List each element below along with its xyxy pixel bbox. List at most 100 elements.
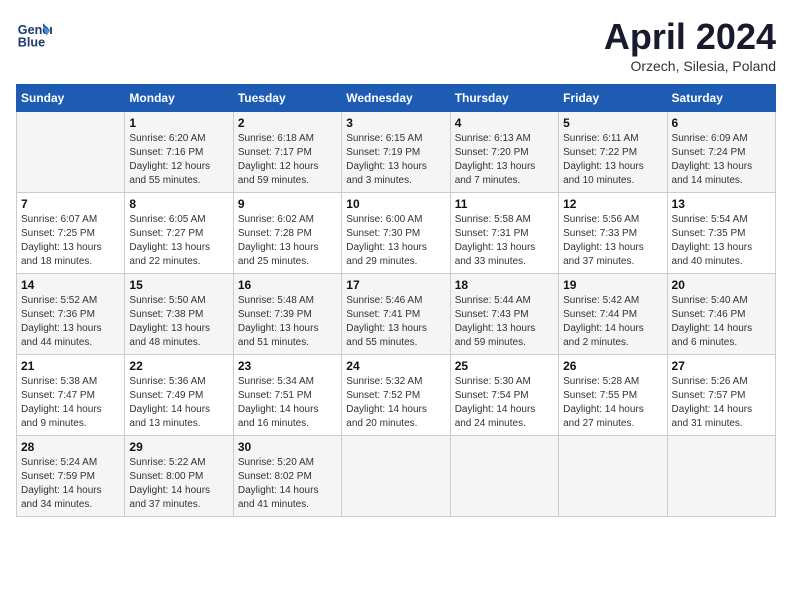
day-detail: Sunrise: 5:26 AM Sunset: 7:57 PM Dayligh… xyxy=(672,375,771,431)
day-detail: Sunrise: 5:34 AM Sunset: 7:51 PM Dayligh… xyxy=(238,375,337,431)
day-cell xyxy=(667,436,775,517)
svg-text:Blue: Blue xyxy=(18,36,45,50)
day-number: 17 xyxy=(346,278,445,292)
col-tuesday: Tuesday xyxy=(233,85,341,112)
day-detail: Sunrise: 6:15 AM Sunset: 7:19 PM Dayligh… xyxy=(346,132,445,188)
day-number: 24 xyxy=(346,359,445,373)
day-detail: Sunrise: 6:09 AM Sunset: 7:24 PM Dayligh… xyxy=(672,132,771,188)
day-number: 8 xyxy=(129,197,228,211)
day-detail: Sunrise: 5:38 AM Sunset: 7:47 PM Dayligh… xyxy=(21,375,120,431)
day-cell: 24 Sunrise: 5:32 AM Sunset: 7:52 PM Dayli… xyxy=(342,355,450,436)
day-cell: 20 Sunrise: 5:40 AM Sunset: 7:46 PM Dayli… xyxy=(667,274,775,355)
col-saturday: Saturday xyxy=(667,85,775,112)
day-detail: Sunrise: 6:18 AM Sunset: 7:17 PM Dayligh… xyxy=(238,132,337,188)
col-monday: Monday xyxy=(125,85,233,112)
day-cell: 10Sunrise: 6:00 AM Sunset: 7:30 PM Dayli… xyxy=(342,193,450,274)
day-number: 29 xyxy=(129,440,228,454)
day-detail: Sunrise: 5:44 AM Sunset: 7:43 PM Dayligh… xyxy=(455,294,554,350)
day-cell: 12 Sunrise: 5:56 AM Sunset: 7:33 PM Dayli… xyxy=(559,193,667,274)
day-cell: 21 Sunrise: 5:38 AM Sunset: 7:47 PM Dayli… xyxy=(17,355,125,436)
day-number: 1 xyxy=(129,116,228,130)
calendar-table: Sunday Monday Tuesday Wednesday Thursday… xyxy=(16,84,776,517)
week-row-4: 21 Sunrise: 5:38 AM Sunset: 7:47 PM Dayli… xyxy=(17,355,776,436)
day-cell: 14Sunrise: 5:52 AM Sunset: 7:36 PM Dayli… xyxy=(17,274,125,355)
day-detail: Sunrise: 5:52 AM Sunset: 7:36 PM Dayligh… xyxy=(21,294,120,350)
day-number: 23 xyxy=(238,359,337,373)
day-number: 20 xyxy=(672,278,771,292)
day-detail: Sunrise: 6:02 AM Sunset: 7:28 PM Dayligh… xyxy=(238,213,337,269)
day-detail: Sunrise: 6:11 AM Sunset: 7:22 PM Dayligh… xyxy=(563,132,662,188)
calendar-subtitle: Orzech, Silesia, Poland xyxy=(604,58,776,74)
day-number: 13 xyxy=(672,197,771,211)
day-number: 26 xyxy=(563,359,662,373)
day-cell: 30 Sunrise: 5:20 AM Sunset: 8:02 PM Dayli… xyxy=(233,436,341,517)
day-number: 21 xyxy=(21,359,120,373)
day-cell: 15 Sunrise: 5:50 AM Sunset: 7:38 PM Dayli… xyxy=(125,274,233,355)
day-detail: Sunrise: 5:50 AM Sunset: 7:38 PM Dayligh… xyxy=(129,294,228,350)
day-number: 12 xyxy=(563,197,662,211)
day-cell xyxy=(450,436,558,517)
day-cell: 6 Sunrise: 6:09 AM Sunset: 7:24 PM Daylig… xyxy=(667,112,775,193)
day-detail: Sunrise: 6:13 AM Sunset: 7:20 PM Dayligh… xyxy=(455,132,554,188)
day-detail: Sunrise: 5:54 AM Sunset: 7:35 PM Dayligh… xyxy=(672,213,771,269)
day-number: 22 xyxy=(129,359,228,373)
day-cell: 18 Sunrise: 5:44 AM Sunset: 7:43 PM Dayli… xyxy=(450,274,558,355)
day-number: 7 xyxy=(21,197,120,211)
day-detail: Sunrise: 5:56 AM Sunset: 7:33 PM Dayligh… xyxy=(563,213,662,269)
day-number: 10 xyxy=(346,197,445,211)
day-cell: 25 Sunrise: 5:30 AM Sunset: 7:54 PM Dayli… xyxy=(450,355,558,436)
day-detail: Sunrise: 5:22 AM Sunset: 8:00 PM Dayligh… xyxy=(129,456,228,512)
day-number: 4 xyxy=(455,116,554,130)
week-row-5: 28 Sunrise: 5:24 AM Sunset: 7:59 PM Dayli… xyxy=(17,436,776,517)
day-cell: 16Sunrise: 5:48 AM Sunset: 7:39 PM Dayli… xyxy=(233,274,341,355)
header-row: Sunday Monday Tuesday Wednesday Thursday… xyxy=(17,85,776,112)
day-detail: Sunrise: 5:42 AM Sunset: 7:44 PM Dayligh… xyxy=(563,294,662,350)
calendar-header: Sunday Monday Tuesday Wednesday Thursday… xyxy=(17,85,776,112)
day-detail: Sunrise: 5:20 AM Sunset: 8:02 PM Dayligh… xyxy=(238,456,337,512)
day-detail: Sunrise: 5:24 AM Sunset: 7:59 PM Dayligh… xyxy=(21,456,120,512)
day-cell: 26Sunrise: 5:28 AM Sunset: 7:55 PM Dayli… xyxy=(559,355,667,436)
day-cell: 22 Sunrise: 5:36 AM Sunset: 7:49 PM Dayli… xyxy=(125,355,233,436)
day-number: 3 xyxy=(346,116,445,130)
day-cell: 19 Sunrise: 5:42 AM Sunset: 7:44 PM Dayli… xyxy=(559,274,667,355)
title-area: April 2024 Orzech, Silesia, Poland xyxy=(604,16,776,74)
day-detail: Sunrise: 5:30 AM Sunset: 7:54 PM Dayligh… xyxy=(455,375,554,431)
day-detail: Sunrise: 5:32 AM Sunset: 7:52 PM Dayligh… xyxy=(346,375,445,431)
day-number: 19 xyxy=(563,278,662,292)
day-cell: 29 Sunrise: 5:22 AM Sunset: 8:00 PM Dayli… xyxy=(125,436,233,517)
day-number: 18 xyxy=(455,278,554,292)
day-number: 25 xyxy=(455,359,554,373)
day-cell xyxy=(342,436,450,517)
day-number: 9 xyxy=(238,197,337,211)
day-cell xyxy=(17,112,125,193)
week-row-1: 1Sunrise: 6:20 AM Sunset: 7:16 PM Daylig… xyxy=(17,112,776,193)
day-cell: 4 Sunrise: 6:13 AM Sunset: 7:20 PM Daylig… xyxy=(450,112,558,193)
day-number: 27 xyxy=(672,359,771,373)
day-detail: Sunrise: 5:36 AM Sunset: 7:49 PM Dayligh… xyxy=(129,375,228,431)
day-number: 30 xyxy=(238,440,337,454)
col-sunday: Sunday xyxy=(17,85,125,112)
day-number: 28 xyxy=(21,440,120,454)
logo-icon: General Blue xyxy=(16,16,52,52)
day-detail: Sunrise: 5:40 AM Sunset: 7:46 PM Dayligh… xyxy=(672,294,771,350)
day-detail: Sunrise: 5:46 AM Sunset: 7:41 PM Dayligh… xyxy=(346,294,445,350)
day-detail: Sunrise: 5:48 AM Sunset: 7:39 PM Dayligh… xyxy=(238,294,337,350)
day-number: 15 xyxy=(129,278,228,292)
col-wednesday: Wednesday xyxy=(342,85,450,112)
day-cell: 3 Sunrise: 6:15 AM Sunset: 7:19 PM Daylig… xyxy=(342,112,450,193)
day-detail: Sunrise: 6:07 AM Sunset: 7:25 PM Dayligh… xyxy=(21,213,120,269)
day-cell xyxy=(559,436,667,517)
day-cell: 11Sunrise: 5:58 AM Sunset: 7:31 PM Dayli… xyxy=(450,193,558,274)
day-detail: Sunrise: 6:05 AM Sunset: 7:27 PM Dayligh… xyxy=(129,213,228,269)
col-friday: Friday xyxy=(559,85,667,112)
day-cell: 23 Sunrise: 5:34 AM Sunset: 7:51 PM Dayli… xyxy=(233,355,341,436)
calendar-title: April 2024 xyxy=(604,16,776,58)
day-cell: 13 Sunrise: 5:54 AM Sunset: 7:35 PM Dayli… xyxy=(667,193,775,274)
day-cell: 9 Sunrise: 6:02 AM Sunset: 7:28 PM Daylig… xyxy=(233,193,341,274)
day-cell: 17 Sunrise: 5:46 AM Sunset: 7:41 PM Dayli… xyxy=(342,274,450,355)
day-number: 6 xyxy=(672,116,771,130)
day-cell: 27 Sunrise: 5:26 AM Sunset: 7:57 PM Dayli… xyxy=(667,355,775,436)
week-row-3: 14Sunrise: 5:52 AM Sunset: 7:36 PM Dayli… xyxy=(17,274,776,355)
logo: General Blue xyxy=(16,16,52,52)
day-cell: 7 Sunrise: 6:07 AM Sunset: 7:25 PM Daylig… xyxy=(17,193,125,274)
